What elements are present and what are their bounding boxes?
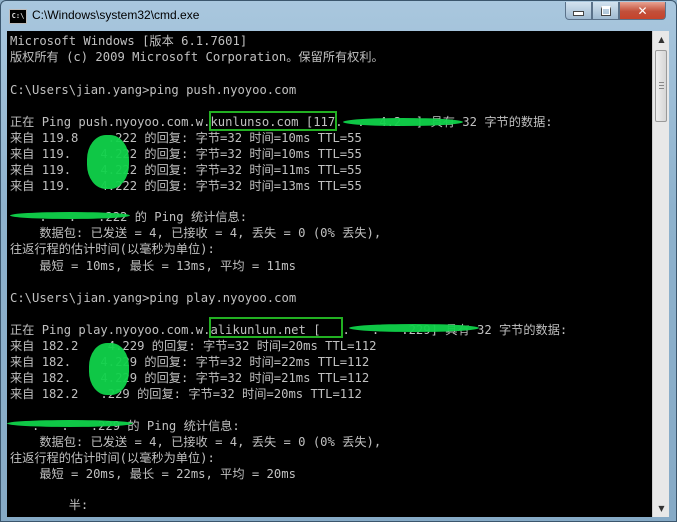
console-line: 来自 182.2 4.229 的回复: 字节=32 时间=20ms TTL=11… bbox=[10, 339, 377, 353]
console-line: Microsoft Windows [版本 6.1.7601] bbox=[10, 34, 248, 48]
console-line: 来自 119. 4.222 的回复: 字节=32 时间=13ms TTL=55 bbox=[10, 179, 362, 193]
console-line: 来自 119.8 .222 的回复: 字节=32 时间=10ms TTL=55 bbox=[10, 131, 362, 145]
console-line: 半: bbox=[10, 498, 89, 512]
highlight-box-kunlunso bbox=[209, 111, 337, 131]
console-line: 来自 182.2 .229 的回复: 字节=32 时间=20ms TTL=112 bbox=[10, 387, 362, 401]
console-line: 来自 182. 4.229 的回复: 字节=32 时间=22ms TTL=112 bbox=[10, 355, 370, 369]
console-line: 最短 = 10ms, 最长 = 13ms, 平均 = 11ms bbox=[10, 259, 296, 273]
console-line: 往返行程的估计时间(以毫秒为单位): bbox=[10, 451, 215, 465]
redaction-mark bbox=[7, 420, 133, 427]
window-title: C:\Windows\system32\cmd.exe bbox=[32, 8, 200, 22]
close-icon: ✕ bbox=[637, 3, 648, 18]
console-line: 来自 119. 4.222 的回复: 字节=32 时间=10ms TTL=55 bbox=[10, 147, 362, 161]
redaction-mark bbox=[349, 324, 479, 332]
redaction-mark bbox=[89, 343, 129, 395]
console-line: 最短 = 20ms, 最长 = 22ms, 平均 = 20ms bbox=[10, 467, 296, 481]
scroll-down-arrow-icon[interactable]: ▼ bbox=[654, 500, 669, 517]
console-line: 往返行程的估计时间(以毫秒为单位): bbox=[10, 242, 215, 256]
scroll-up-arrow-icon[interactable]: ▲ bbox=[654, 31, 669, 48]
cmd-app-icon[interactable]: C:\ bbox=[9, 9, 27, 24]
close-button[interactable]: ✕ bbox=[619, 2, 666, 20]
console-line: 来自 119. 4.222 的回复: 字节=32 时间=11ms TTL=55 bbox=[10, 163, 362, 177]
console-output[interactable]: Microsoft Windows [版本 6.1.7601] 版权所有 (c)… bbox=[7, 31, 652, 517]
console-line: 数据包: 已发送 = 4, 已接收 = 4, 丢失 = 0 (0% 丢失), bbox=[10, 435, 382, 449]
highlight-box-alikunlun bbox=[209, 317, 343, 338]
scrollbar-thumb[interactable] bbox=[655, 50, 667, 122]
console-line: 数据包: 已发送 = 4, 已接收 = 4, 丢失 = 0 (0% 丢失), bbox=[10, 226, 382, 240]
minimize-icon bbox=[573, 11, 584, 16]
console-line: C:\Users\jian.yang>ping play.nyoyoo.com bbox=[10, 291, 297, 305]
minimize-button[interactable] bbox=[565, 2, 592, 20]
grip-line bbox=[659, 85, 664, 86]
grip-line bbox=[659, 88, 664, 89]
maximize-button[interactable] bbox=[592, 2, 619, 20]
redaction-mark bbox=[87, 135, 129, 189]
title-bar[interactable]: C:\ C:\Windows\system32\cmd.exe ✕ bbox=[1, 1, 676, 31]
console-line: 来自 182. 4.229 的回复: 字节=32 时间=21ms TTL=112 bbox=[10, 371, 370, 385]
console-line: 版权所有 (c) 2009 Microsoft Corporation。保留所有… bbox=[10, 50, 384, 64]
grip-line bbox=[659, 82, 664, 83]
redaction-mark bbox=[343, 118, 463, 126]
maximize-icon bbox=[600, 5, 611, 16]
cmd-window: C:\ C:\Windows\system32\cmd.exe ✕ Micros… bbox=[0, 0, 677, 522]
redaction-mark bbox=[10, 212, 130, 219]
vertical-scrollbar[interactable]: ▲ ▼ bbox=[652, 31, 669, 517]
console-line: C:\Users\jian.yang>ping push.nyoyoo.com bbox=[10, 83, 297, 97]
